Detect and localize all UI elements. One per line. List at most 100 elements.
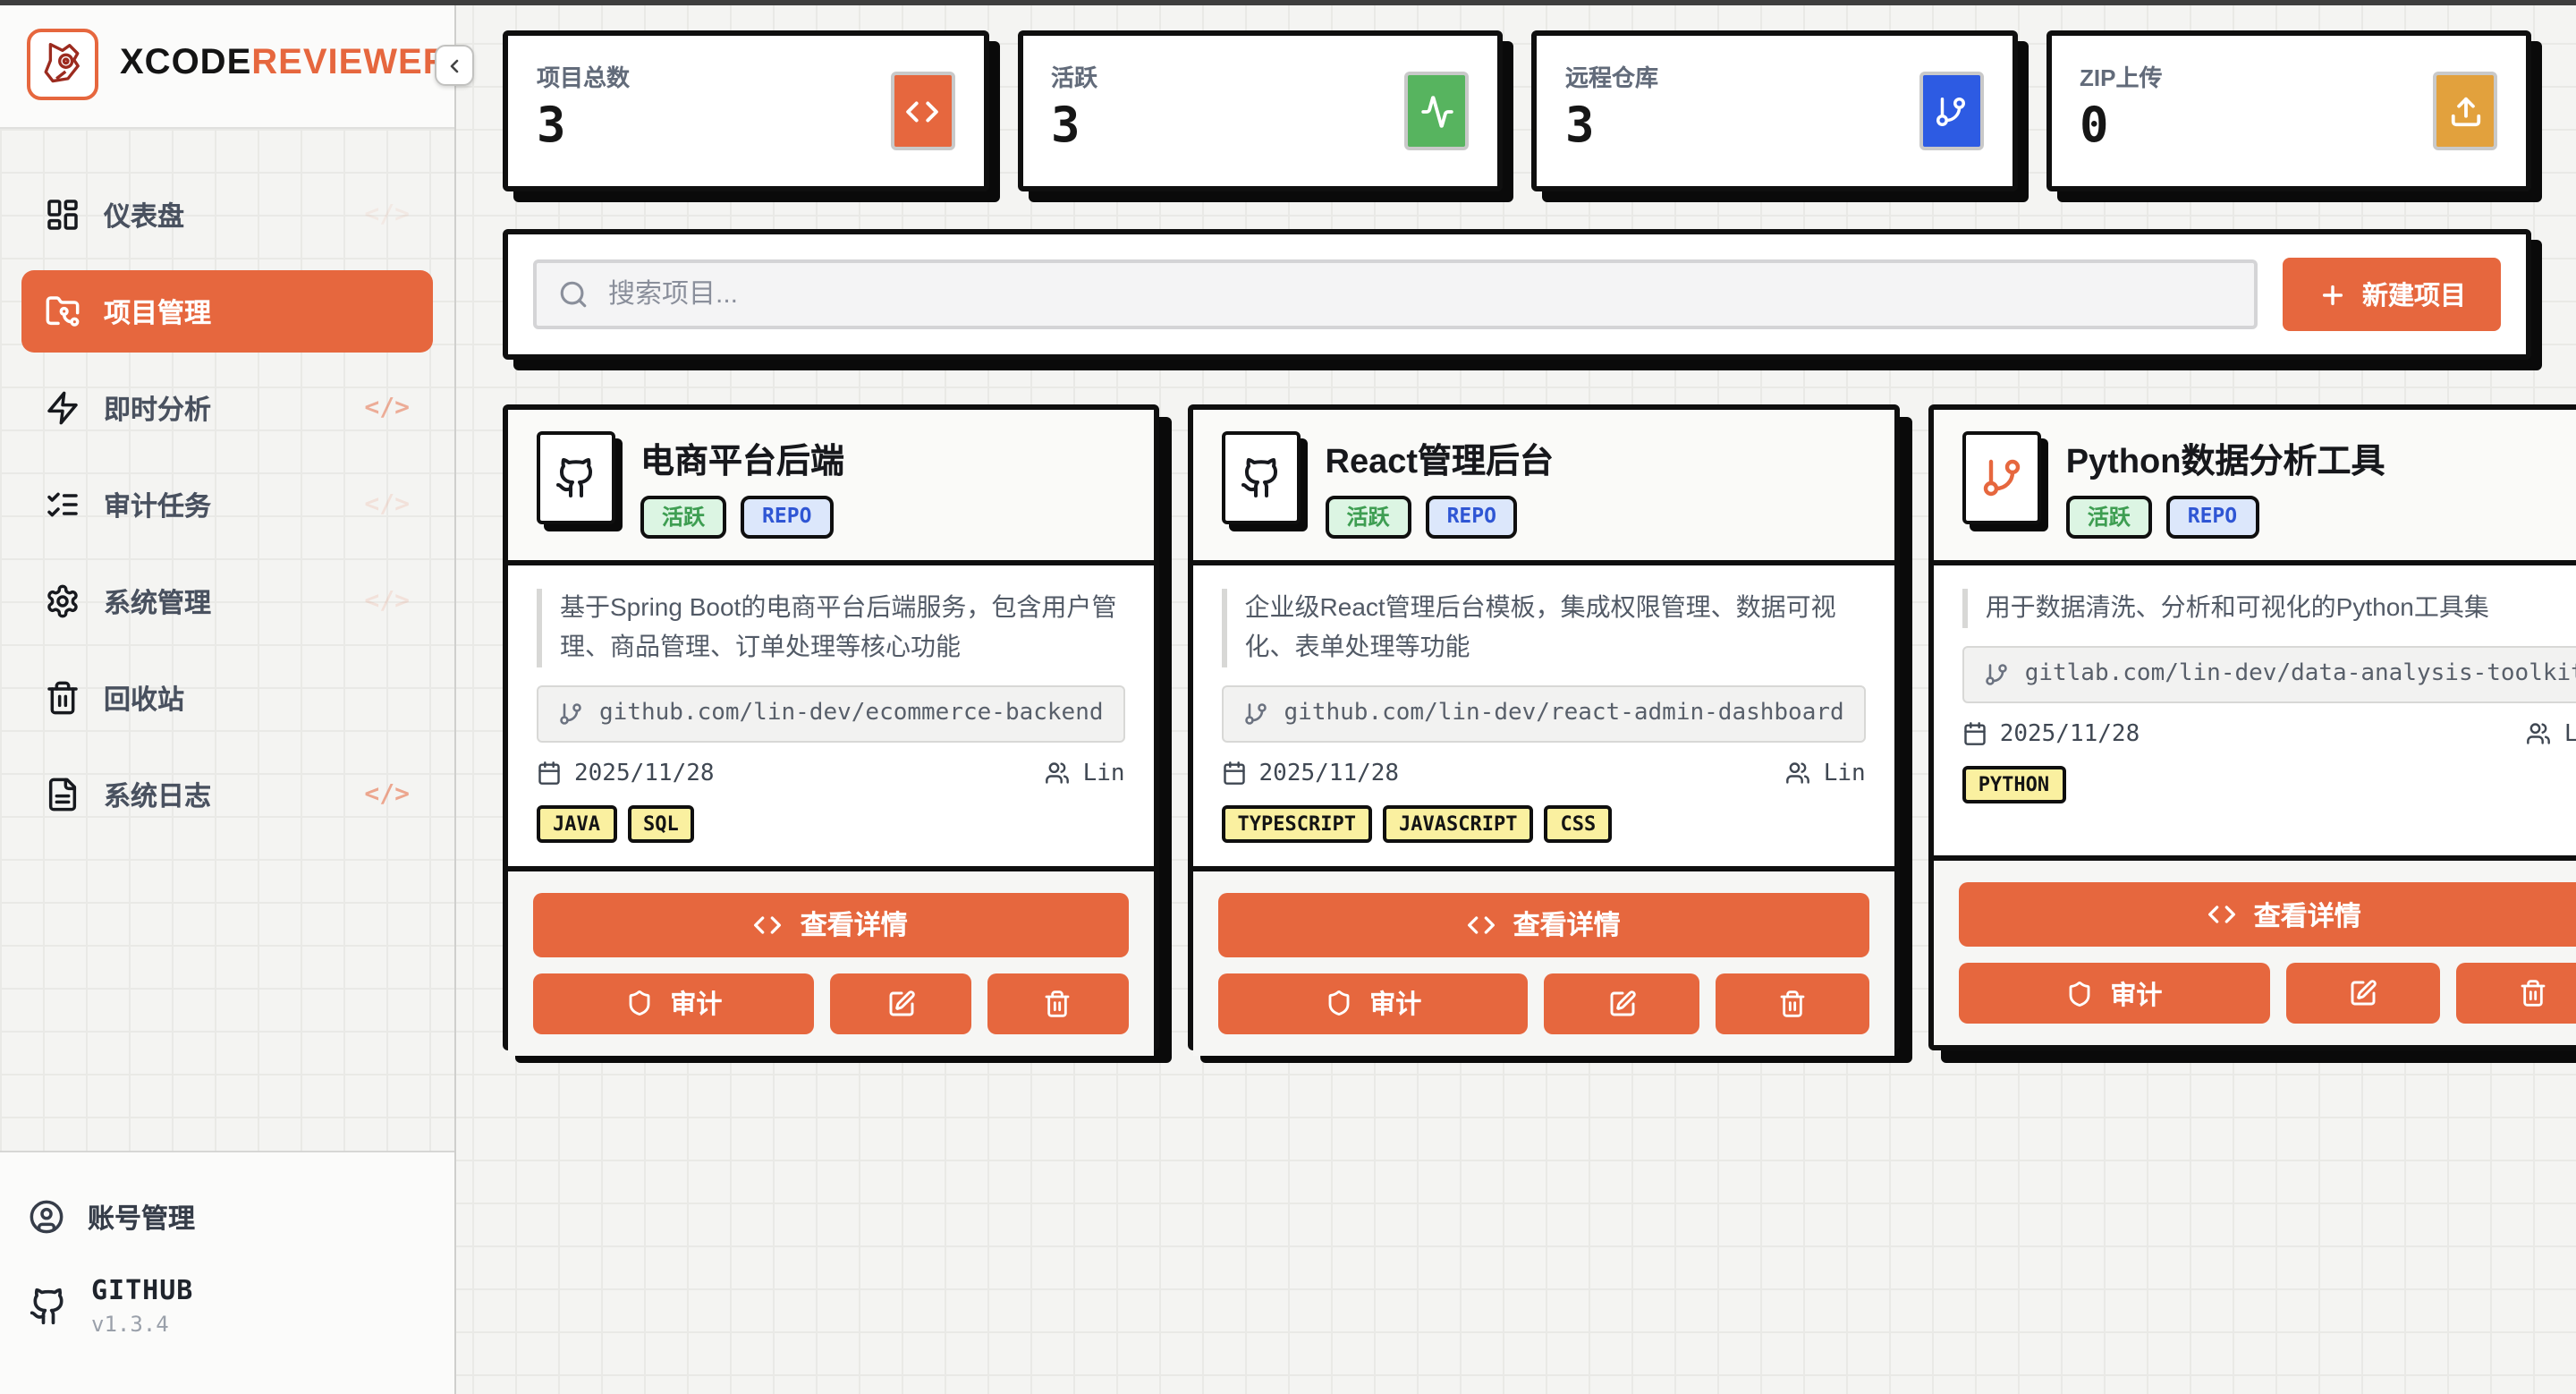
- project-repo-url: github.com/lin-dev/ecommerce-backend: [537, 684, 1125, 742]
- project-repo-url: gitlab.com/lin-dev/data-analysis-toolkit: [1962, 646, 2576, 703]
- sidebar-item-label: 即时分析: [104, 389, 211, 427]
- sidebar-item-label: 项目管理: [104, 293, 211, 330]
- project-repo-url: github.com/lin-dev/react-admin-dashboard: [1222, 684, 1866, 742]
- delete-button[interactable]: [2456, 963, 2576, 1024]
- sidebar: XCODEREVIEWER 仪表盘 </> 项目管理 即时分析 </> 审计任务: [0, 0, 456, 1394]
- users-icon: [1046, 761, 1071, 786]
- sidebar-item-label: 回收站: [104, 679, 184, 717]
- stat-card-total-projects: 项目总数 3: [503, 30, 988, 191]
- account-label: 账号管理: [88, 1198, 195, 1236]
- trash-icon: [45, 680, 80, 716]
- git-branch-icon: [1962, 431, 2041, 524]
- project-meta: 2025/11/28 Lin: [1962, 721, 2576, 748]
- sidebar-item-audit-tasks[interactable]: 审计任务 </>: [21, 463, 433, 546]
- sidebar-collapse-button[interactable]: [435, 45, 474, 86]
- project-owner: Lin: [2527, 721, 2576, 748]
- new-project-button[interactable]: 新建项目: [2283, 258, 2501, 331]
- sidebar-item-recycle-bin[interactable]: 回收站: [21, 657, 433, 739]
- sidebar-nav: 仪表盘 </> 项目管理 即时分析 </> 审计任务 </> 系统管理 </>: [0, 129, 454, 836]
- project-owner: Lin: [1786, 760, 1866, 786]
- search-icon: [558, 279, 589, 310]
- trash-icon: [2519, 979, 2547, 1007]
- audit-button[interactable]: 审计: [533, 973, 815, 1033]
- git-branch-icon: [558, 701, 583, 726]
- git-branch-icon: [1984, 662, 2009, 687]
- list-checks-icon: [45, 487, 80, 523]
- search-input[interactable]: [605, 277, 2233, 311]
- code-icon: [754, 910, 783, 939]
- project-owner: Lin: [1046, 760, 1125, 786]
- folder-git-icon: [45, 293, 80, 329]
- calendar-icon: [1962, 722, 1987, 747]
- calendar-icon: [537, 761, 562, 786]
- status-badge: 活跃: [2066, 496, 2152, 539]
- card-action-row: 审计: [1959, 963, 2576, 1024]
- github-version: v1.3.4: [91, 1312, 193, 1337]
- project-description: 基于Spring Boot的电商平台后端服务，包含用户管理、商品管理、订单处理等…: [537, 589, 1125, 667]
- edit-button[interactable]: [2285, 963, 2439, 1024]
- edit-pen-icon: [2348, 979, 2377, 1007]
- project-tags: JAVA SQL: [537, 804, 1125, 842]
- calendar-icon: [1222, 761, 1247, 786]
- audit-button[interactable]: 审计: [1959, 963, 2269, 1024]
- status-badge: 活跃: [640, 496, 726, 539]
- view-details-button[interactable]: 查看详情: [1218, 892, 1869, 956]
- file-text-icon: [45, 777, 80, 812]
- sidebar-item-dashboard[interactable]: 仪表盘 </>: [21, 174, 433, 256]
- project-card-body: 基于Spring Boot的电商平台后端服务，包含用户管理、商品管理、订单处理等…: [508, 565, 1154, 865]
- code-watermark: </>: [364, 587, 410, 616]
- delete-button[interactable]: [1715, 973, 1868, 1033]
- brand-name-secondary: REVIEWER: [251, 43, 449, 82]
- new-project-label: 新建项目: [2362, 276, 2466, 313]
- dashboard-icon: [45, 197, 80, 233]
- code-icon: [1467, 910, 1496, 939]
- sidebar-item-system-logs[interactable]: 系统日志 </>: [21, 753, 433, 836]
- view-details-button[interactable]: 查看详情: [533, 892, 1129, 956]
- edit-pen-icon: [886, 989, 915, 1017]
- repo-badge: REPO: [741, 496, 833, 539]
- sidebar-item-github[interactable]: GITHUB v1.3.4: [29, 1274, 426, 1337]
- shield-icon: [1325, 990, 1352, 1016]
- trash-icon: [1778, 989, 1807, 1017]
- project-tags: PYTHON: [1962, 766, 2576, 803]
- sidebar-item-system-admin[interactable]: 系统管理 </>: [21, 560, 433, 642]
- sidebar-bottom: 账号管理 GITHUB v1.3.4: [0, 1151, 454, 1394]
- github-icon: [29, 1286, 68, 1325]
- project-card-footer: 查看详情 审计: [1934, 855, 2576, 1045]
- stat-card-zip-uploads: ZIP上传 0: [2046, 30, 2531, 191]
- project-card: Python数据分析工具 活跃 REPO 用于数据清洗、分析和可视化的Pytho…: [1928, 404, 2576, 1050]
- zap-icon: [45, 390, 80, 426]
- plus-icon: [2318, 280, 2346, 309]
- sidebar-item-projects[interactable]: 项目管理: [21, 270, 433, 353]
- card-action-row: 审计: [533, 973, 1129, 1033]
- project-card-header: Python数据分析工具 活跃 REPO: [1934, 410, 2576, 565]
- project-description: 用于数据清洗、分析和可视化的Python工具集: [1962, 589, 2576, 627]
- repo-badge: REPO: [2166, 496, 2258, 539]
- git-branch-icon: [1919, 72, 1983, 150]
- stat-card-active: 活跃 3: [1017, 30, 1503, 191]
- brand-name-primary: XCODE: [120, 43, 251, 82]
- status-badge: 活跃: [1326, 496, 1411, 539]
- project-date: 2025/11/28: [537, 760, 715, 786]
- view-details-button[interactable]: 查看详情: [1959, 882, 2576, 947]
- project-card-header: React管理后台 活跃 REPO: [1193, 410, 1894, 565]
- language-tag: JAVA: [537, 804, 616, 842]
- delete-button[interactable]: [987, 973, 1128, 1033]
- project-title: React管理后台: [1326, 435, 1555, 483]
- edit-button[interactable]: [831, 973, 971, 1033]
- trash-icon: [1044, 989, 1072, 1017]
- project-badges: 活跃 REPO: [2066, 496, 2385, 539]
- sidebar-item-instant-analysis[interactable]: 即时分析 </>: [21, 367, 433, 449]
- audit-button[interactable]: 审计: [1218, 973, 1529, 1033]
- project-description: 企业级React管理后台模板，集成权限管理、数据可视化、表单处理等功能: [1222, 589, 1866, 667]
- language-tag: SQL: [627, 804, 695, 842]
- sidebar-item-label: 审计任务: [104, 486, 211, 523]
- project-card-header: 电商平台后端 活跃 REPO: [508, 410, 1154, 565]
- fox-logo-icon: [38, 39, 87, 88]
- user-circle-icon: [29, 1199, 64, 1235]
- edit-pen-icon: [1607, 989, 1636, 1017]
- sidebar-item-account[interactable]: 账号管理: [29, 1181, 426, 1253]
- edit-button[interactable]: [1545, 973, 1699, 1033]
- language-tag: JAVASCRIPT: [1383, 804, 1533, 842]
- project-date: 2025/11/28: [1962, 721, 2140, 748]
